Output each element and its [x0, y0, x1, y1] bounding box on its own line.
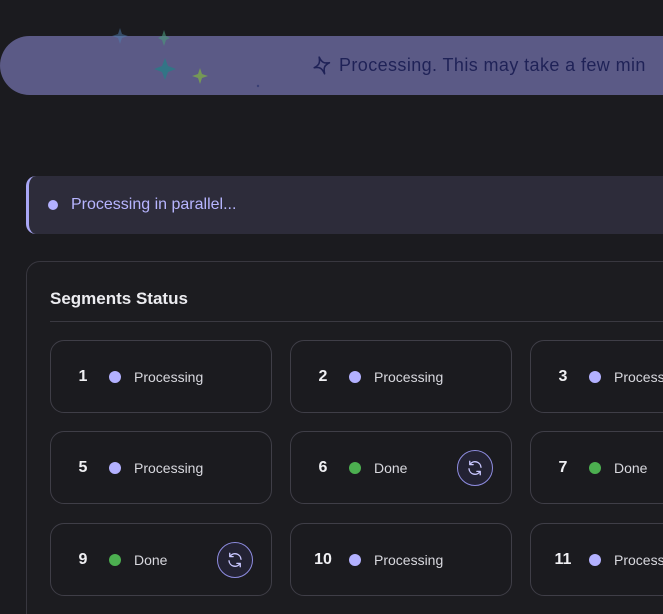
segment-number: 2: [318, 367, 328, 385]
segment-status: Processing: [134, 368, 204, 385]
sparkles-decoration: [112, 28, 260, 88]
processing-dot-icon: [589, 554, 601, 566]
segment-card-10: 10 Processing: [290, 523, 512, 596]
processing-dot-icon: [349, 554, 361, 566]
parallel-notice-text: Processing in parallel...: [71, 196, 237, 213]
segment-status: Processing: [374, 368, 444, 385]
segment-number: 9: [78, 550, 88, 568]
segment-status: Process: [614, 368, 663, 385]
parallel-notice: Processing in parallel...: [26, 176, 663, 234]
segment-status: Process: [614, 551, 663, 568]
segment-status: Processing: [374, 551, 444, 568]
segment-status: Processing: [134, 459, 204, 476]
retry-button[interactable]: [217, 542, 253, 578]
segment-number: 3: [558, 367, 568, 385]
done-dot-icon: [589, 462, 601, 474]
segment-number: 5: [78, 458, 88, 476]
processing-dot-icon: [349, 371, 361, 383]
segments-title: Segments Status: [50, 289, 188, 308]
segment-card-7: 7 Done: [530, 431, 663, 504]
processing-dot-icon: [109, 462, 121, 474]
divider: [50, 321, 663, 322]
segment-number: 7: [558, 458, 568, 476]
segments-panel: Segments Status 1 Processing 2 Processin…: [26, 261, 663, 614]
processing-banner: Processing. This may take a few min: [0, 28, 663, 95]
segment-number: 11: [554, 550, 572, 568]
sparkle-icon: [313, 55, 331, 75]
processing-dot-icon: [109, 371, 121, 383]
segment-card-1: 1 Processing: [50, 340, 272, 413]
segment-status: Done: [374, 459, 408, 476]
banner-message: Processing. This may take a few min: [309, 36, 646, 95]
segment-card-9: 9 Done: [50, 523, 272, 596]
refresh-icon: [228, 552, 242, 568]
segment-card-3: 3 Process: [530, 340, 663, 413]
done-dot-icon: [349, 462, 361, 474]
status-dot-icon: [48, 200, 58, 210]
done-dot-icon: [109, 554, 121, 566]
processing-dot-icon: [589, 371, 601, 383]
segment-number: 10: [314, 550, 332, 568]
banner-text: Processing. This may take a few min: [339, 55, 646, 75]
segment-card-6: 6 Done: [290, 431, 512, 504]
app-stage: Processing. This may take a few min Proc…: [0, 0, 663, 614]
segment-status: Done: [134, 551, 168, 568]
segment-card-2: 2 Processing: [290, 340, 512, 413]
refresh-icon: [468, 460, 482, 476]
segment-card-11: 11 Process: [530, 523, 663, 596]
retry-button[interactable]: [457, 450, 493, 486]
segment-number: 1: [78, 367, 88, 385]
segment-status: Done: [614, 459, 648, 476]
segment-card-5: 5 Processing: [50, 431, 272, 504]
segment-number: 6: [318, 458, 328, 476]
